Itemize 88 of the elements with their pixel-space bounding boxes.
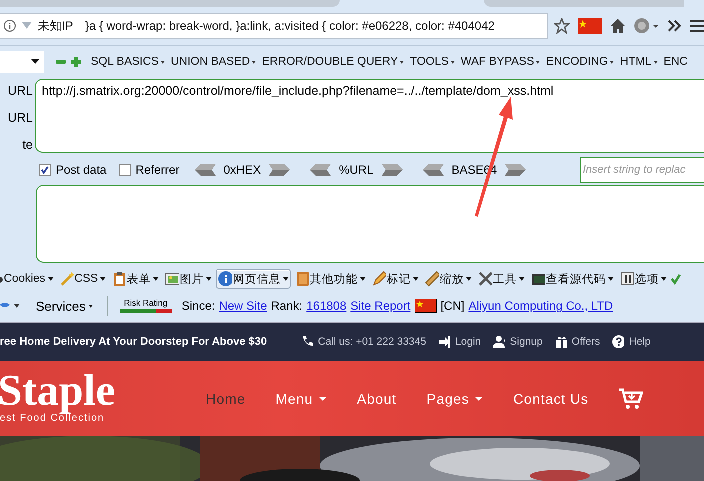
encode-arrow-icon — [382, 164, 404, 176]
add-user-icon — [493, 335, 506, 349]
top-link[interactable]: Offers — [554, 335, 600, 349]
load-url-dropdown[interactable] — [0, 51, 44, 73]
menu-item[interactable]: ENC — [664, 56, 688, 68]
help-icon — [612, 335, 624, 349]
logo-tagline: est Food Collection — [0, 413, 105, 424]
post-data-field[interactable] — [36, 185, 704, 263]
image-icon — [165, 271, 180, 287]
encoder-label[interactable]: 0xHEX — [224, 163, 262, 177]
plus-icon — [71, 57, 81, 67]
menu-item[interactable]: TOOLS — [410, 56, 455, 68]
cart-icon — [618, 388, 643, 410]
home-icon — [610, 18, 626, 34]
nav-link[interactable]: About — [357, 390, 397, 406]
ruler-icon — [425, 271, 440, 287]
info-icon — [218, 271, 232, 287]
menu-item[interactable]: ERROR/DOUBLE QUERY — [262, 56, 404, 68]
side-button[interactable]: URL — [0, 108, 35, 128]
top-link[interactable]: Help — [612, 335, 651, 349]
since-link[interactable]: New Site — [219, 299, 268, 313]
gift-icon — [554, 335, 567, 349]
risk-rating-meter: Risk Rating — [120, 299, 172, 313]
ip-label: 未知IP — [38, 18, 74, 34]
toolbar-menu[interactable]: Cookies — [0, 269, 56, 289]
menu-icon — [690, 19, 704, 33]
tools-icon — [478, 271, 492, 287]
check-icon — [671, 273, 682, 285]
rank-link[interactable]: 161808 — [306, 299, 347, 313]
encoder-label[interactable]: %URL — [339, 163, 374, 177]
address-text: }a { word-wrap: break-word, }a:link, a:visited { color: #e06228, color: #404042 — [85, 19, 495, 33]
side-button[interactable]: te — [0, 135, 35, 155]
toolbar-menu[interactable]: 网页信息 — [216, 269, 292, 289]
toolbar-menu[interactable]: 缩放 — [423, 269, 474, 289]
china-flag-icon — [414, 299, 437, 313]
toolbar-menu[interactable]: 查看源代码 — [529, 269, 616, 289]
encode-arrow-icon — [269, 164, 292, 176]
caret-icon — [31, 59, 40, 65]
china-flag-icon — [578, 18, 602, 34]
terminal-icon — [531, 271, 546, 287]
rank-label: Rank: — [271, 299, 303, 313]
clipboard-icon — [112, 271, 126, 287]
encode-arrow-icon — [505, 164, 528, 176]
host-link[interactable]: Aliyun Computing Co., LTD — [468, 299, 614, 313]
toolbar-menu[interactable]: 选项 — [618, 269, 670, 289]
menu-item[interactable]: WAF BYPASS — [460, 56, 540, 68]
url-field[interactable]: http://j.smatrix.org:20000/control/more/file_include.php?filename=../../template/dom_xss.html — [35, 79, 704, 153]
panel-icon — [295, 271, 310, 287]
minus-icon — [56, 57, 66, 67]
phone-icon — [301, 335, 314, 349]
checkbox-option[interactable]: Referrer — [118, 163, 180, 177]
star-icon — [554, 18, 570, 34]
nav-link[interactable]: Pages — [426, 390, 484, 406]
toolbar-menu[interactable]: CSS — [58, 269, 108, 289]
toolbar-menu[interactable]: 表单 — [110, 269, 162, 289]
menu-item[interactable]: UNION BASED — [170, 56, 256, 68]
nav-link[interactable]: Menu — [276, 390, 328, 406]
login-icon — [438, 335, 450, 349]
toolbar-menu[interactable]: 其他功能 — [293, 269, 368, 289]
caret-icon — [14, 304, 20, 308]
overflow-icon — [668, 20, 682, 32]
replace-string-field[interactable]: Insert string to replac — [580, 157, 704, 183]
site-logo[interactable]: Staple — [0, 369, 206, 413]
menu-item[interactable]: HTML — [620, 56, 658, 68]
services-menu[interactable]: Services — [36, 298, 93, 314]
promo-text: ree Home Delivery At Your Doorstep For Above $30 — [0, 336, 268, 348]
since-label: Since: — [182, 299, 216, 313]
address-bar[interactable]: 未知IP }a { word-wrap: break-word, }a:link, a:visited { color: #e06228, color: #404042 — [0, 13, 548, 39]
info-icon — [4, 20, 16, 32]
menu-item[interactable]: ENCODING — [546, 56, 614, 68]
side-button[interactable]: URL — [0, 81, 35, 101]
toolbar-menu[interactable]: 标记 — [370, 269, 422, 289]
dropdown-icon — [22, 22, 32, 30]
site-report-link[interactable]: Site Report — [350, 299, 411, 313]
sliders-icon — [620, 271, 634, 287]
country-code: [CN] — [440, 299, 465, 313]
toolbar-menu[interactable]: 图片 — [163, 269, 214, 289]
nav-link[interactable]: Contact Us — [513, 390, 589, 406]
top-link[interactable]: Call us: +01 222 33345 — [301, 335, 426, 349]
checkbox-option[interactable]: Post data — [39, 163, 107, 177]
pencil-icon — [372, 271, 386, 287]
toolbar-menu[interactable]: 工具 — [476, 269, 528, 289]
top-link[interactable]: Signup — [493, 335, 543, 349]
top-link[interactable]: Login — [438, 335, 482, 349]
checkbox[interactable] — [118, 164, 131, 176]
menu-item[interactable]: SQL BASICS — [91, 56, 165, 68]
wand-icon — [60, 271, 74, 287]
checkbox[interactable] — [39, 164, 51, 176]
